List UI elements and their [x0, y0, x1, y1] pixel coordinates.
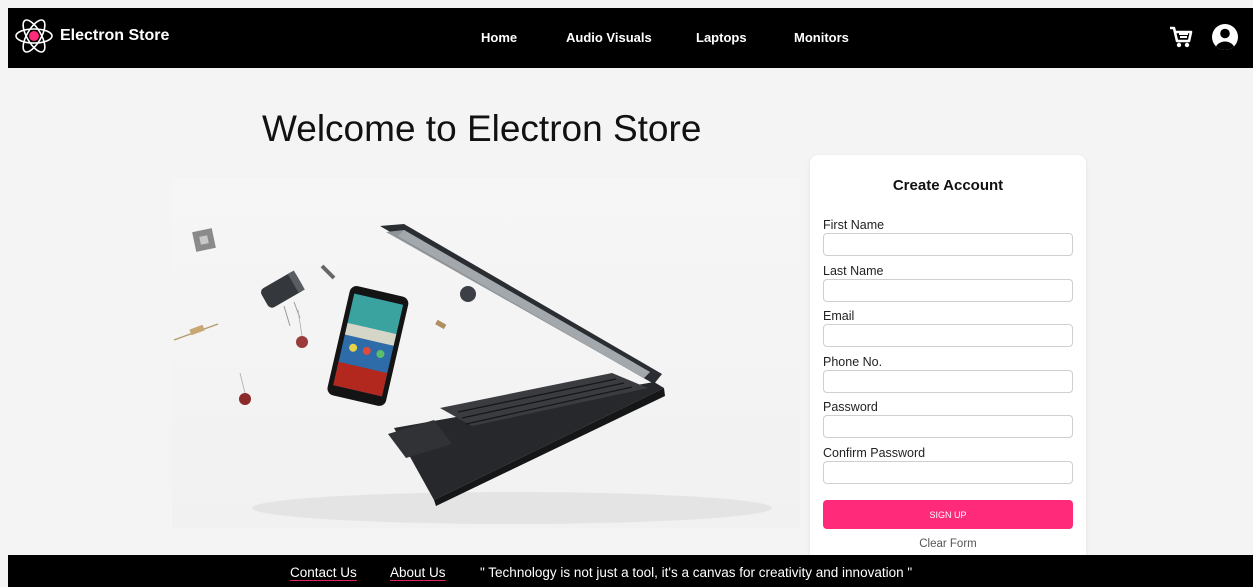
- sign-up-button[interactable]: SIGN UP: [823, 500, 1073, 529]
- password-input[interactable]: [823, 415, 1073, 438]
- atom-icon: [15, 19, 53, 53]
- phone-input[interactable]: [823, 370, 1073, 393]
- top-nav-bar: Electron Store Home Audio Visuals Laptop…: [8, 8, 1253, 68]
- first-name-label: First Name: [823, 218, 885, 232]
- nav-audio-visuals[interactable]: Audio Visuals: [566, 30, 652, 45]
- nav-laptops[interactable]: Laptops: [696, 30, 747, 45]
- cart-icon[interactable]: [1168, 24, 1194, 50]
- brand-name: Electron Store: [60, 27, 170, 44]
- first-name-input[interactable]: [823, 233, 1073, 256]
- email-input[interactable]: [823, 324, 1073, 347]
- contact-us-link[interactable]: Contact Us: [290, 565, 357, 580]
- email-label: Email: [823, 309, 855, 323]
- about-us-link[interactable]: About Us: [390, 565, 446, 580]
- create-account-card: Create Account First Name Last Name Emai…: [810, 155, 1086, 587]
- brand[interactable]: Electron Store: [14, 15, 169, 57]
- clear-form-link[interactable]: Clear Form: [810, 538, 1086, 550]
- phone-label: Phone No.: [823, 355, 883, 369]
- footer-quote: " Technology is not just a tool, it's a …: [480, 565, 913, 580]
- footer: Contact Us About Us " Technology is not …: [8, 555, 1253, 587]
- nav-home[interactable]: Home: [481, 30, 517, 45]
- last-name-input[interactable]: [823, 279, 1073, 302]
- confirm-password-label: Confirm Password: [823, 446, 926, 460]
- hero-title: Welcome to Electron Store: [262, 108, 702, 149]
- last-name-label: Last Name: [823, 264, 884, 278]
- form-title: Create Account: [892, 177, 1004, 194]
- password-label: Password: [823, 400, 878, 414]
- user-icon[interactable]: [1210, 22, 1240, 52]
- confirm-password-input[interactable]: [823, 461, 1073, 484]
- nav-monitors[interactable]: Monitors: [794, 30, 849, 45]
- hero-image: [172, 178, 800, 528]
